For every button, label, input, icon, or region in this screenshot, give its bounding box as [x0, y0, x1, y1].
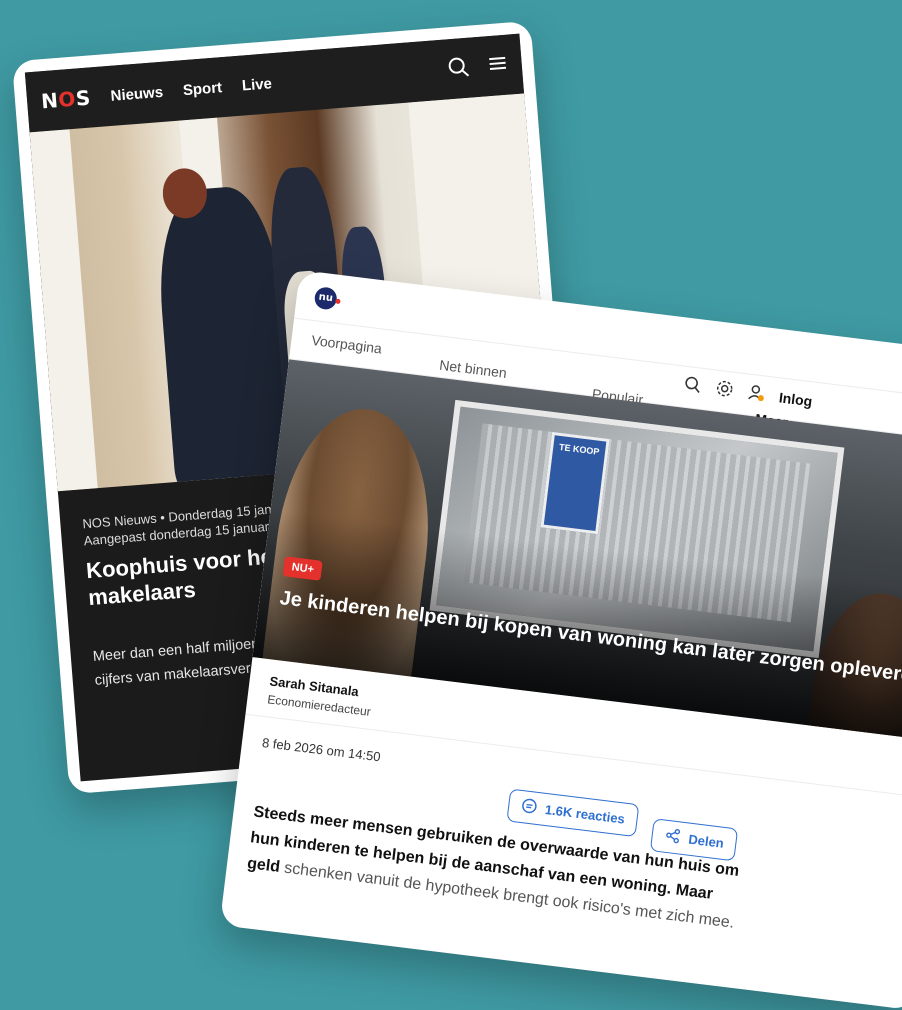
nos-logo[interactable]: NOS — [40, 86, 91, 114]
nu-logo-dot — [335, 298, 341, 305]
sign-text: TE KOOP — [558, 441, 600, 457]
user-icon[interactable] — [746, 383, 766, 406]
nos-logo-s: S — [74, 85, 92, 111]
menu-icon[interactable] — [487, 53, 509, 81]
nav-sport[interactable]: Sport — [182, 79, 222, 99]
chat-icon — [520, 797, 538, 818]
nos-logo-n: N — [40, 88, 60, 114]
door-frame — [29, 129, 98, 492]
tab-net-binnen[interactable]: Net binnen — [439, 357, 508, 381]
nav-live[interactable]: Live — [241, 75, 272, 94]
settings-icon[interactable] — [714, 379, 734, 402]
search-icon[interactable] — [447, 56, 471, 85]
search-icon[interactable] — [683, 375, 703, 398]
nu-actions: Inlog — [683, 375, 814, 412]
tab-voorpagina[interactable]: Voorpagina — [311, 332, 383, 357]
nav-nieuws[interactable]: Nieuws — [110, 83, 164, 104]
login-link[interactable]: Inlog — [778, 389, 813, 409]
share-label: Delen — [687, 831, 725, 851]
for-sale-sign: TE KOOP — [540, 431, 610, 535]
reactions-count: 1.6K reacties — [544, 801, 626, 827]
nu-logo[interactable]: nu — [313, 286, 341, 311]
nos-header-icons — [447, 53, 509, 85]
nos-logo-o: O — [57, 86, 77, 112]
share-icon — [664, 827, 682, 848]
nu-logo-text: nu — [318, 291, 334, 305]
nu-article-card: nu Voorpagina Net binnen Populair Inlog … — [219, 270, 902, 1010]
